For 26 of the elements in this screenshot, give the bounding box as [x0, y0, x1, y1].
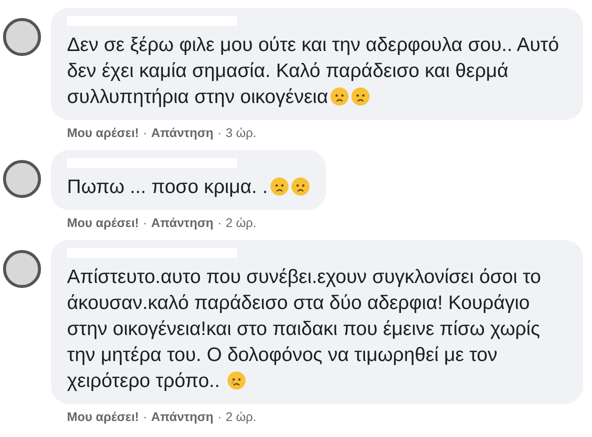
comment-text: Πωπω ... ποσο κριμα. .: [67, 174, 310, 200]
comment-text: Απίστευτο.αυτο που συνέβει.εχουν συγκλονίσει όσοι το άκουσαν.καλό παράδεισο στα δύο αδερφια! Κουράγιο στην οικογένεια!και στο παιδακι που έμεινε πίσω χωρίς την μητέρα του. Ο δολοφόνος να τιμωρηθεί με τον χειρότερο τρόπο..: [67, 265, 542, 394]
reply-link[interactable]: Απάντηση: [151, 216, 214, 230]
avatar-placeholder: [3, 250, 41, 288]
sad-face-icon: [330, 87, 350, 106]
separator-dot: ·: [217, 126, 222, 140]
like-link[interactable]: Μου αρέσει!: [67, 410, 139, 424]
separator-dot: ·: [142, 216, 148, 230]
like-link[interactable]: Μου αρέσει!: [67, 126, 139, 140]
avatar-placeholder: [3, 18, 41, 56]
sad-face-icon: [351, 87, 370, 106]
comment-time: 2 ώρ.: [226, 410, 256, 424]
comment-text: Δεν σε ξέρω φιλε μου ούτε και την αδερφουλα σου.. Αυτό δεν έχει καμία σημασία. Καλό παράδεισο και θερμά συλλυπητήρια στην οικογένεια: [67, 33, 560, 110]
sad-face-icon: [270, 177, 289, 196]
separator-dot: ·: [142, 410, 148, 424]
comment-time: 2 ώρ.: [226, 216, 256, 230]
sad-face-icon: [290, 177, 310, 196]
crying-face-icon: [227, 371, 246, 390]
like-link[interactable]: Μου αρέσει!: [67, 216, 139, 230]
avatar-placeholder: [3, 160, 41, 198]
separator-dot: ·: [142, 126, 148, 140]
reply-link[interactable]: Απάντηση: [151, 126, 214, 140]
separator-dot: ·: [217, 216, 222, 230]
reply-link[interactable]: Απάντηση: [151, 410, 214, 424]
comment-time: 3 ώρ.: [226, 126, 256, 140]
separator-dot: ·: [217, 410, 222, 424]
